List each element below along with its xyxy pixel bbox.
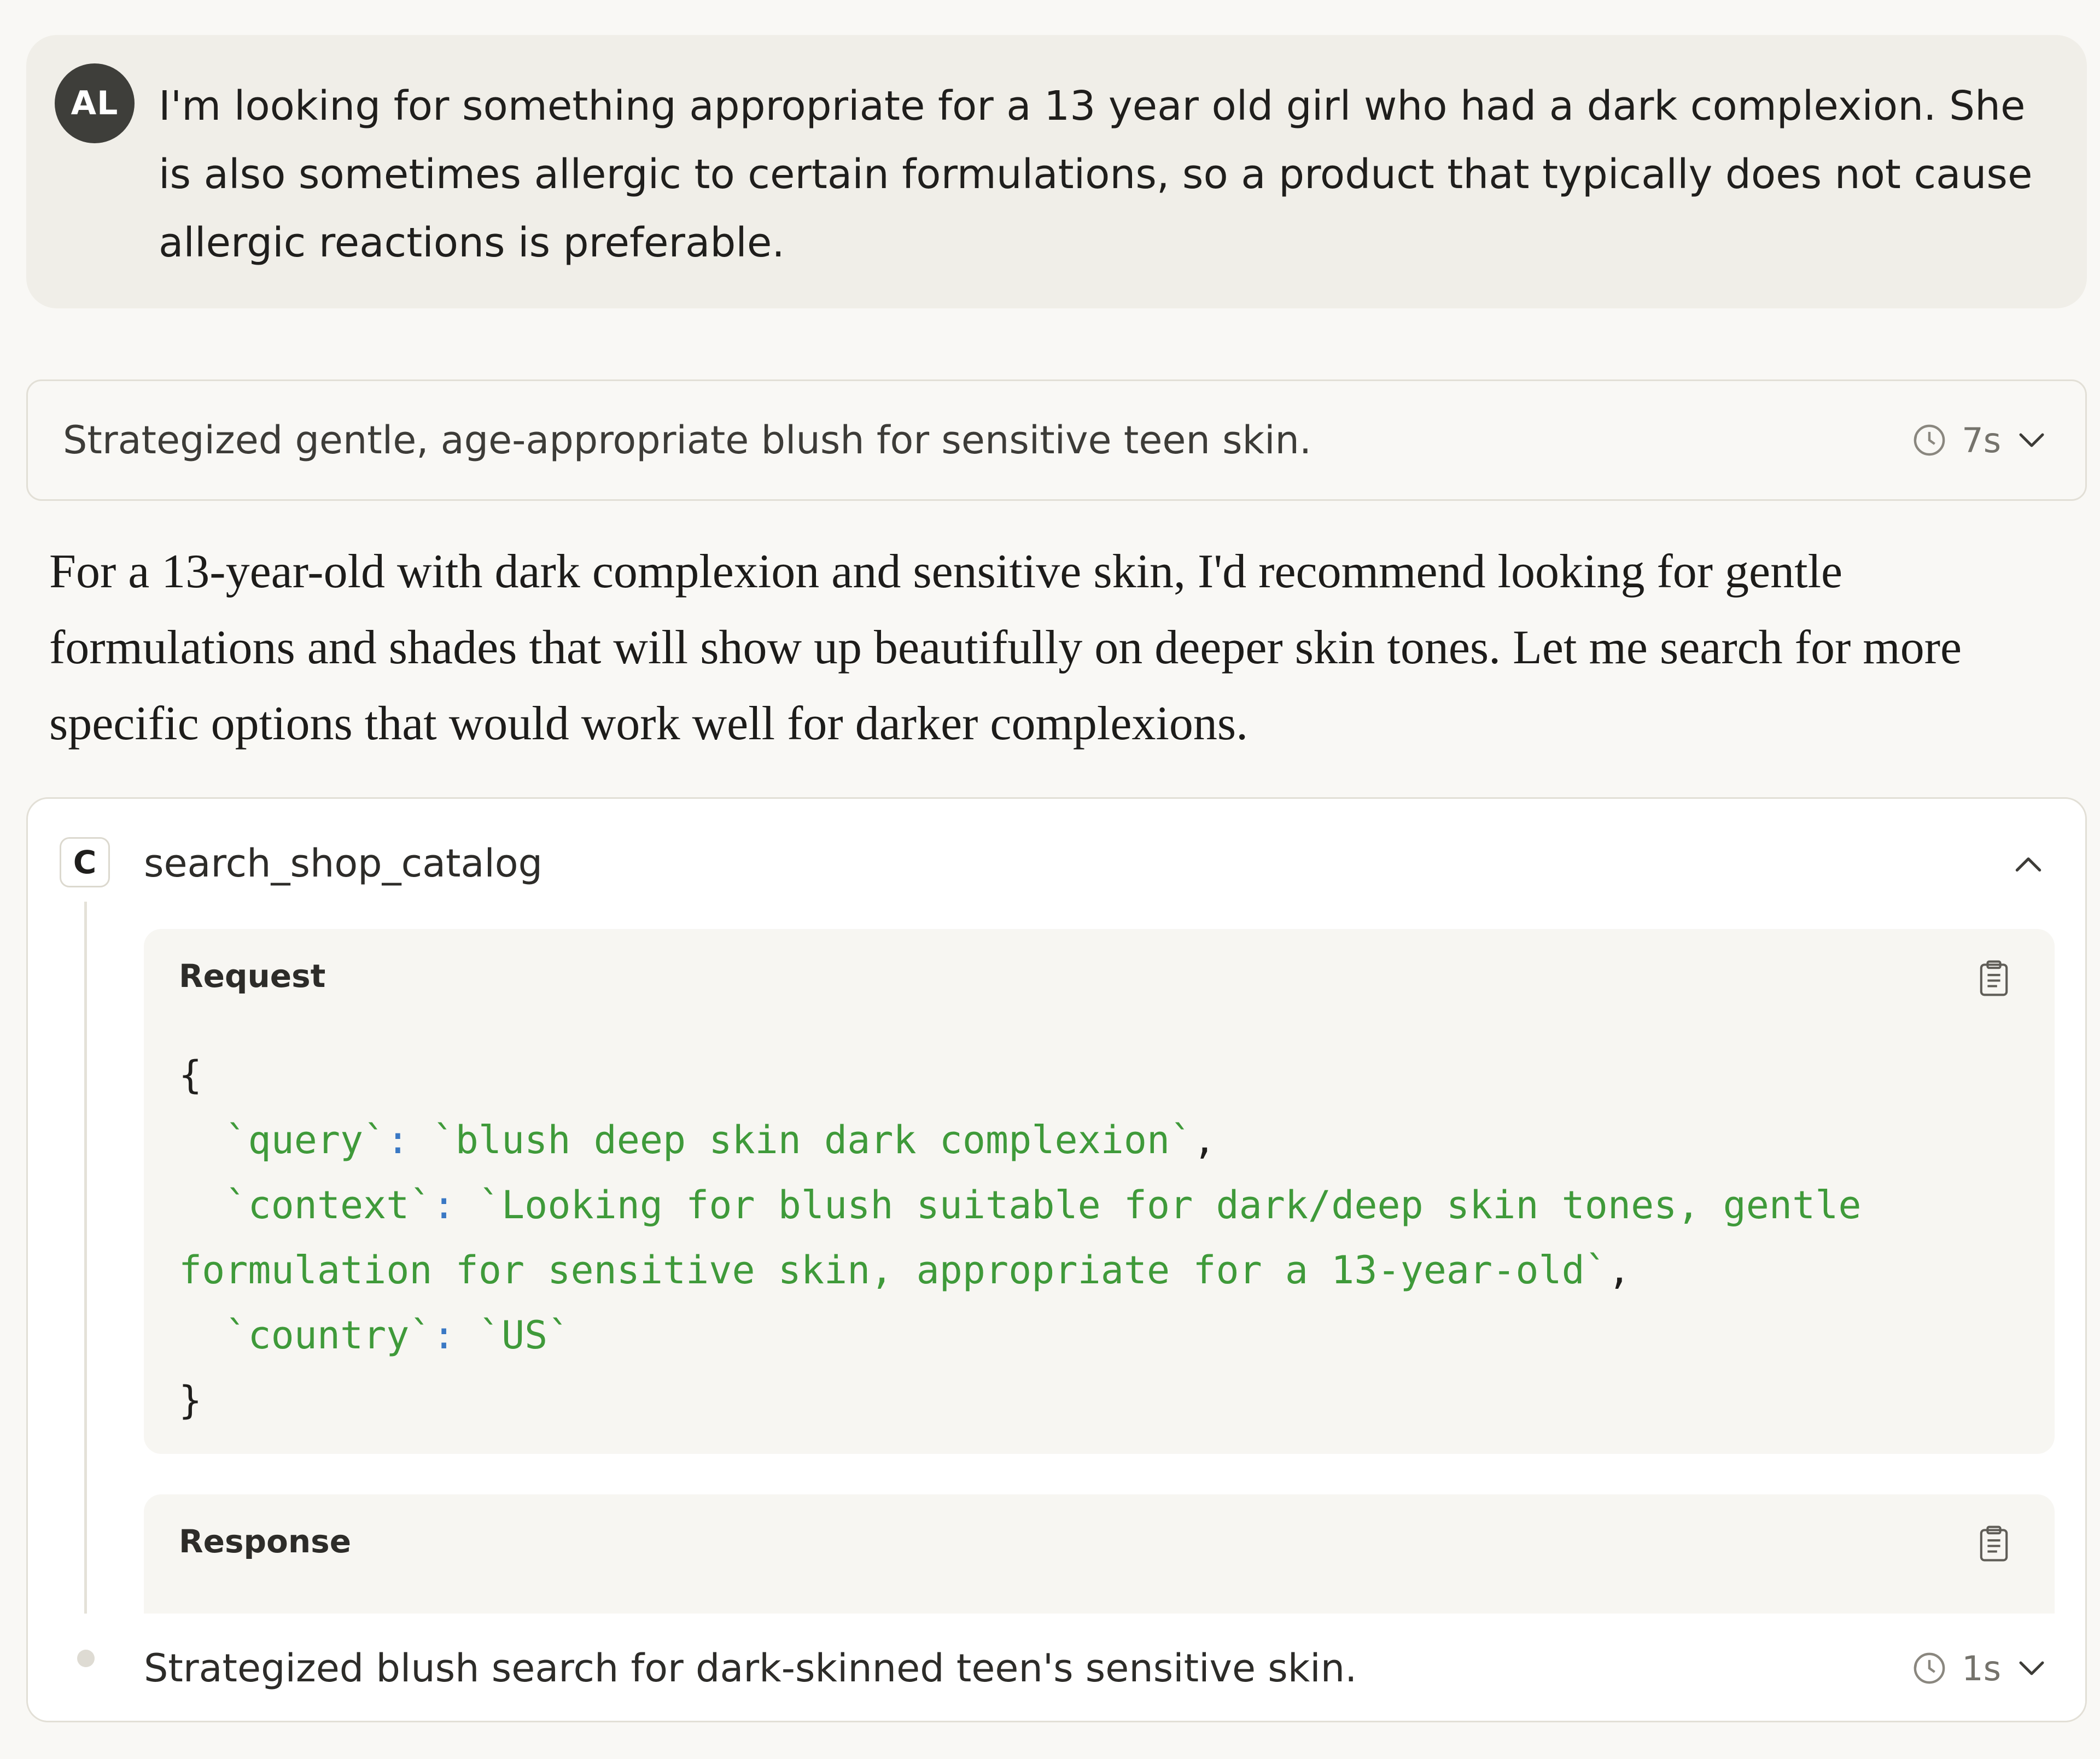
request-panel: Request { `query`: `blush deep skin dark… — [144, 929, 2055, 1454]
code-colon: : — [432, 1313, 479, 1358]
followup-thinking[interactable]: Strategized blush search for dark-skinne… — [28, 1614, 2085, 1721]
param-key-query: `query` — [225, 1118, 387, 1162]
param-key-context: `context` — [225, 1183, 433, 1228]
tool-call-card: C search_shop_catalog Request { `query`:… — [26, 797, 2087, 1722]
timeline-line — [84, 902, 87, 1635]
chevron-up-icon[interactable] — [2006, 843, 2050, 886]
followup-duration: 1s — [1962, 1648, 2001, 1688]
chevron-down-icon[interactable] — [2015, 1652, 2048, 1685]
thinking-summary-text: Strategized gentle, age-appropriate blus… — [63, 418, 1312, 463]
tool-name: search_shop_catalog — [144, 841, 543, 886]
code-open-brace: { — [179, 1053, 202, 1097]
chevron-down-icon[interactable] — [2015, 424, 2048, 457]
user-message-text: I'm looking for something appropriate fo… — [159, 83, 2033, 266]
param-key-country: `country` — [225, 1313, 433, 1358]
clock-icon — [1911, 1650, 1947, 1686]
clipboard-icon[interactable] — [1975, 956, 2013, 1000]
code-comma: , — [1607, 1248, 1631, 1293]
user-message: AL I'm looking for something appropriate… — [26, 35, 2087, 308]
code-close-brace: } — [179, 1378, 202, 1423]
followup-thinking-text: Strategized blush search for dark-skinne… — [144, 1646, 1357, 1691]
thinking-summary[interactable]: Strategized gentle, age-appropriate blus… — [26, 379, 2087, 501]
code-comma: , — [1193, 1118, 1216, 1162]
timeline-dot — [77, 1650, 95, 1667]
thinking-duration: 7s — [1962, 420, 2001, 460]
request-title: Request — [179, 957, 326, 995]
clipboard-icon[interactable] — [1975, 1522, 2013, 1565]
followup-meta[interactable]: 1s — [1911, 1614, 2048, 1721]
param-value-query: `blush deep skin dark complexion` — [432, 1118, 1193, 1162]
tool-call-header[interactable]: C search_shop_catalog — [28, 799, 2085, 925]
thinking-meta[interactable]: 7s — [1911, 381, 2048, 499]
code-colon: : — [386, 1118, 433, 1162]
clock-icon — [1911, 422, 1947, 458]
tool-icon: C — [60, 837, 110, 887]
code-colon: : — [432, 1183, 479, 1228]
param-value-country: `US` — [478, 1313, 571, 1358]
assistant-reply-text: For a 13-year-old with dark complexion a… — [49, 545, 1962, 750]
avatar: AL — [55, 63, 135, 143]
response-title: Response — [179, 1523, 352, 1560]
request-code: { `query`: `blush deep skin dark complex… — [179, 1043, 2027, 1433]
